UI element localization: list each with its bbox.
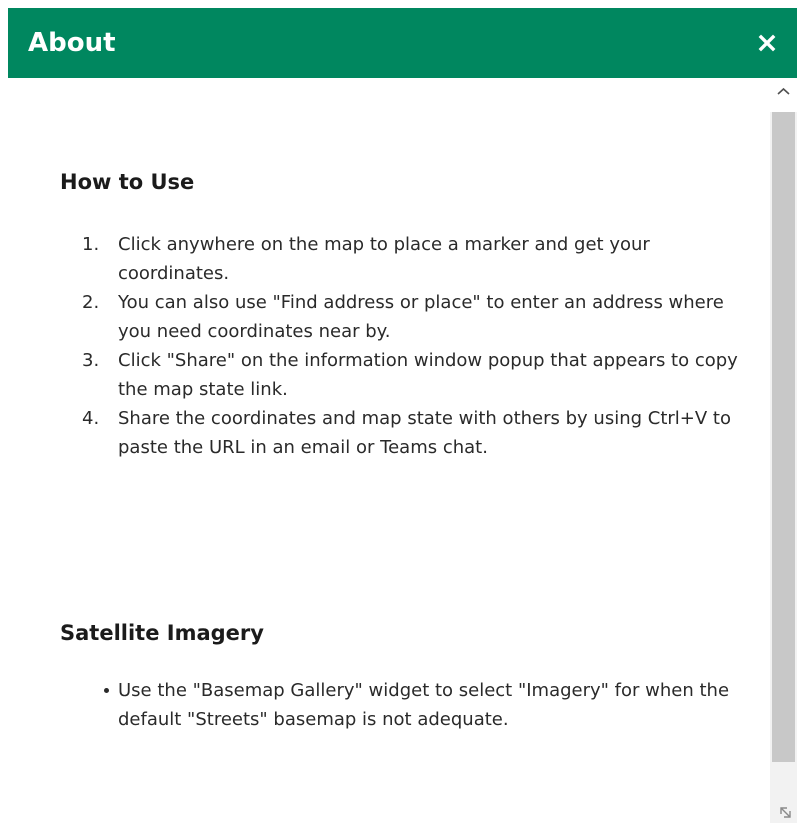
step-text: Click anywhere on the map to place a mar… [118, 234, 650, 284]
how-to-use-heading: How to Use [60, 170, 195, 194]
scroll-up-button[interactable] [770, 78, 797, 112]
panel-title: About [28, 28, 116, 58]
vertical-scrollbar[interactable] [770, 78, 797, 823]
list-item: 3. Click "Share" on the information wind… [82, 346, 742, 404]
close-icon [758, 34, 776, 52]
satellite-imagery-heading: Satellite Imagery [60, 621, 264, 645]
how-to-use-steps: 1. Click anywhere on the map to place a … [82, 230, 742, 462]
list-item: Use the "Basemap Gallery" widget to sele… [104, 676, 754, 734]
panel-content: How to Use 1. Click anywhere on the map … [8, 78, 770, 823]
step-number: 1. [82, 234, 100, 255]
list-item: 1. Click anywhere on the map to place a … [82, 230, 742, 288]
step-number: 3. [82, 350, 100, 371]
satellite-imagery-list: Use the "Basemap Gallery" widget to sele… [104, 676, 754, 734]
step-text: You can also use "Find address or place"… [118, 292, 724, 342]
resize-handle[interactable] [777, 803, 795, 821]
close-button[interactable] [749, 25, 785, 61]
panel-header: About [8, 8, 797, 78]
step-text: Share the coordinates and map state with… [118, 408, 731, 458]
bullet-text: Use the "Basemap Gallery" widget to sele… [118, 680, 730, 730]
scroll-thumb[interactable] [772, 112, 795, 762]
about-panel: About How to Use 1. Click anywhere on th… [8, 8, 797, 823]
step-number: 2. [82, 292, 100, 313]
step-text: Click "Share" on the information window … [118, 350, 738, 400]
resize-handle-icon [780, 807, 791, 818]
list-item: 4. Share the coordinates and map state w… [82, 404, 742, 462]
step-number: 4. [82, 408, 100, 429]
list-item: 2. You can also use "Find address or pla… [82, 288, 742, 346]
chevron-up-icon [777, 87, 790, 95]
